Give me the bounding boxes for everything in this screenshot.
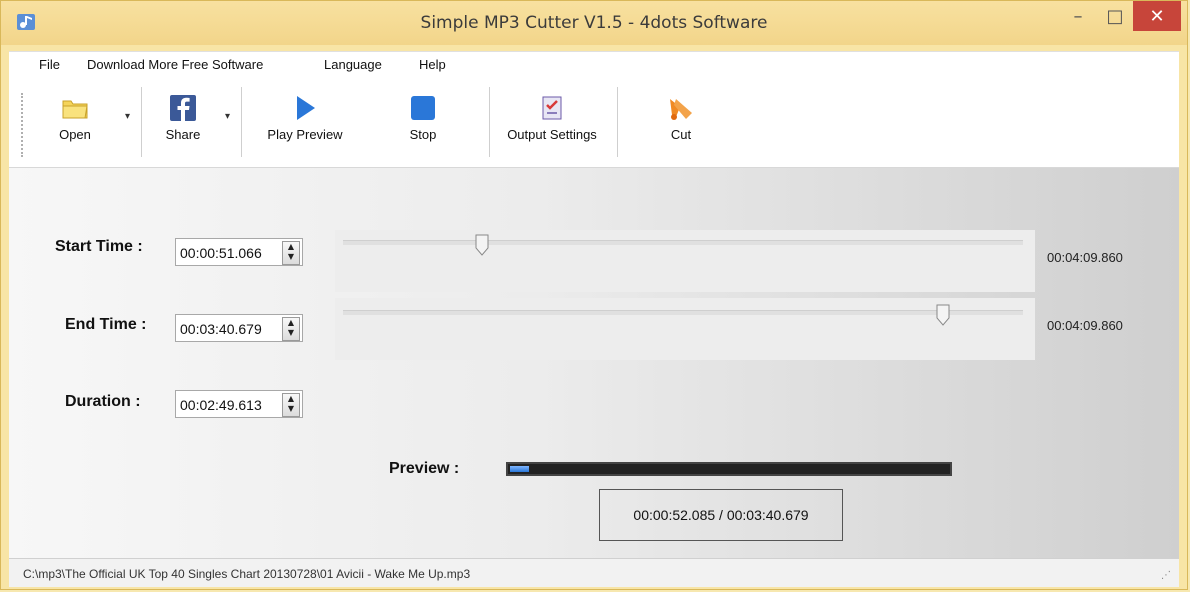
start-time-label: Start Time : — [55, 238, 143, 255]
duration-value[interactable]: 00:02:49.613 — [180, 397, 262, 413]
end-time-spin-arrows[interactable]: ▲ ▼ — [282, 317, 300, 341]
spin-down-icon[interactable]: ▼ — [283, 328, 299, 338]
output-settings-button[interactable]: Output Settings — [495, 87, 609, 157]
toolbar-separator — [617, 87, 618, 157]
menu-file[interactable]: File — [39, 57, 60, 72]
menu-bar: File Download More Free Software Languag… — [9, 51, 1179, 80]
start-time-value[interactable]: 00:00:51.066 — [180, 245, 262, 261]
menu-language[interactable]: Language — [324, 57, 382, 72]
stop-label: Stop — [409, 127, 437, 142]
spin-up-icon[interactable]: ▲ — [283, 242, 299, 252]
end-time-value[interactable]: 00:03:40.679 — [180, 321, 262, 337]
end-time-label: End Time : — [65, 316, 147, 333]
duration-spinner[interactable]: 00:02:49.613 ▲ ▼ — [175, 390, 303, 418]
scissors-icon — [670, 99, 692, 120]
spin-down-icon[interactable]: ▼ — [283, 404, 299, 414]
maximize-button[interactable]: □ — [1098, 1, 1132, 31]
window-title: Simple MP3 Cutter V1.5 - 4dots Software — [420, 13, 768, 33]
end-time-slider-thumb[interactable] — [936, 304, 950, 326]
open-label: Open — [59, 127, 91, 142]
main-panel: Start Time : 00:00:51.066 ▲ ▼ 00:04:09.8… — [9, 168, 1179, 558]
play-icon — [297, 96, 315, 120]
toolbar: Open ▾ Share ▾ Play Preview Stop Output … — [9, 79, 1179, 168]
preview-progress-bar[interactable] — [506, 462, 952, 476]
toolbar-separator — [489, 87, 490, 157]
close-button[interactable]: ✕ — [1133, 1, 1181, 31]
menu-download-more[interactable]: Download More Free Software — [87, 57, 263, 72]
start-time-slider-panel — [335, 230, 1035, 292]
play-preview-button[interactable]: Play Preview — [257, 87, 353, 157]
checklist-icon — [542, 96, 562, 120]
start-time-spin-arrows[interactable]: ▲ ▼ — [282, 241, 300, 265]
title-bar: Simple MP3 Cutter V1.5 - 4dots Software … — [1, 1, 1187, 45]
facebook-icon — [170, 95, 196, 121]
cut-button[interactable]: Cut — [655, 87, 707, 157]
open-button[interactable]: Open — [49, 87, 101, 157]
toolbar-separator — [141, 87, 142, 157]
share-dropdown-arrow[interactable]: ▾ — [225, 111, 230, 122]
preview-progress-fill — [510, 466, 529, 472]
stop-icon — [411, 96, 435, 120]
cut-label: Cut — [670, 127, 692, 142]
file-path-text: C:\mp3\The Official UK Top 40 Singles Ch… — [23, 567, 471, 581]
minimize-button[interactable]: – — [1059, 1, 1097, 31]
open-dropdown-arrow[interactable]: ▾ — [125, 111, 130, 122]
preview-time-display: 00:00:52.085 / 00:03:40.679 — [599, 489, 843, 541]
start-time-max-label: 00:04:09.860 — [1047, 250, 1123, 265]
output-settings-label: Output Settings — [507, 127, 597, 142]
start-time-spinner[interactable]: 00:00:51.066 ▲ ▼ — [175, 238, 303, 266]
end-time-slider-track[interactable] — [343, 310, 1023, 315]
start-time-slider-track[interactable] — [343, 240, 1023, 245]
spin-up-icon[interactable]: ▲ — [283, 318, 299, 328]
spin-up-icon[interactable]: ▲ — [283, 394, 299, 404]
end-time-slider-panel — [335, 298, 1035, 360]
duration-spin-arrows[interactable]: ▲ ▼ — [282, 393, 300, 417]
folder-icon — [62, 100, 88, 119]
share-label: Share — [165, 127, 201, 142]
menu-help[interactable]: Help — [419, 57, 446, 72]
app-window: Simple MP3 Cutter V1.5 - 4dots Software … — [0, 0, 1188, 590]
toolbar-separator — [241, 87, 242, 157]
start-time-slider-thumb[interactable] — [475, 234, 489, 256]
status-bar: C:\mp3\The Official UK Top 40 Singles Ch… — [9, 558, 1179, 587]
end-time-max-label: 00:04:09.860 — [1047, 318, 1123, 333]
end-time-spinner[interactable]: 00:03:40.679 ▲ ▼ — [175, 314, 303, 342]
preview-label: Preview : — [389, 460, 460, 477]
share-button[interactable]: Share — [157, 87, 209, 157]
duration-label: Duration : — [65, 393, 141, 410]
resize-grip-icon[interactable]: ⋰ — [1161, 570, 1171, 581]
play-preview-label: Play Preview — [267, 127, 343, 142]
spin-down-icon[interactable]: ▼ — [283, 252, 299, 262]
stop-button[interactable]: Stop — [397, 87, 449, 157]
toolbar-grip — [21, 93, 26, 157]
